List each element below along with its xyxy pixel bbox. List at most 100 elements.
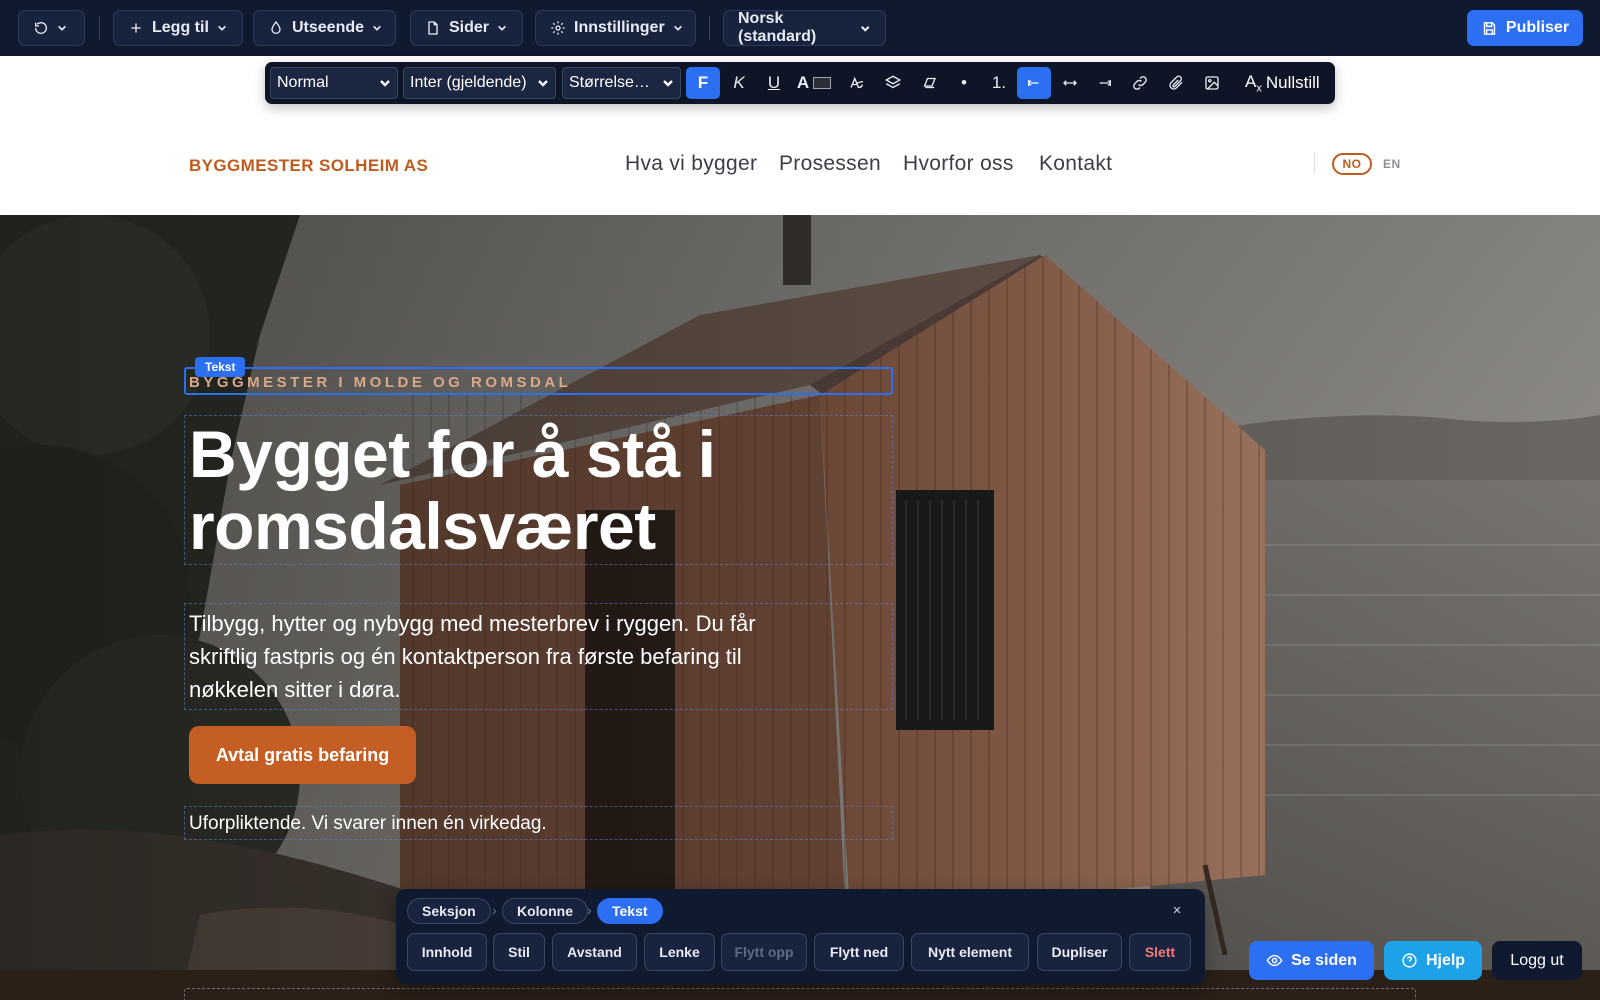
size-value: Størrelse…	[569, 74, 650, 91]
pages-label: Sider	[449, 19, 490, 36]
hero-eyebrow[interactable]: BYGGMESTER I MOLDE OG ROMSDAL	[189, 374, 571, 391]
nav-item-what-we-build[interactable]: Hva vi bygger	[625, 152, 757, 176]
chevron-down-icon	[217, 25, 226, 31]
breadcrumb-column[interactable]: Kolonne	[502, 898, 588, 924]
paperclip-icon	[1169, 75, 1183, 90]
chevron-down-icon	[673, 25, 682, 31]
bullet-list-button[interactable]: •	[947, 67, 981, 99]
attachment-button[interactable]	[1159, 67, 1193, 99]
add-button[interactable]: Legg til	[113, 10, 243, 46]
nav-item-contact[interactable]: Kontakt	[1039, 152, 1112, 176]
bold-button[interactable]: F	[686, 67, 720, 99]
language-select-value: Norsk (standard)	[738, 10, 817, 45]
chevron-down-icon	[538, 80, 548, 87]
view-site-label: Se siden	[1291, 951, 1357, 969]
align-right-button[interactable]	[1088, 67, 1122, 99]
language-en[interactable]: EN	[1383, 157, 1401, 171]
appearance-button[interactable]: Utseende	[253, 10, 396, 46]
hero-headline-line2: romsdalsværet	[189, 489, 656, 563]
move-down-button[interactable]: Flytt ned	[814, 933, 904, 971]
close-icon[interactable]: ×	[1167, 900, 1187, 920]
nav-item-process[interactable]: Prosessen	[779, 152, 881, 176]
breadcrumb-text[interactable]: Tekst	[597, 898, 663, 924]
add-label: Legg til	[152, 19, 209, 36]
align-center-icon	[1063, 80, 1077, 86]
settings-label: Innstillinger	[574, 19, 665, 36]
toolbar-divider	[99, 16, 100, 40]
undo-icon	[35, 22, 47, 34]
move-up-button[interactable]: Flytt opp	[721, 933, 807, 971]
rich-text-toolbar: Normal Inter (gjeldende) Størrelse… F K …	[265, 62, 1335, 104]
font-select[interactable]: Inter (gjeldende)	[403, 67, 556, 99]
new-element-button[interactable]: Nytt element	[911, 933, 1029, 971]
link-button[interactable]	[1123, 67, 1157, 99]
cta-button[interactable]: Avtal gratis befaring	[189, 726, 416, 784]
chevron-down-icon	[861, 25, 870, 32]
hero-lead[interactable]: Tilbygg, hytter og nybygg med mesterbrev…	[189, 607, 779, 706]
file-icon	[428, 21, 438, 35]
ordered-list-button[interactable]: 1.	[982, 67, 1016, 99]
language-select[interactable]: Norsk (standard)	[723, 10, 886, 46]
breadcrumb-section[interactable]: Seksjon	[407, 898, 491, 924]
layers-button[interactable]	[876, 67, 910, 99]
style-button[interactable]: Stil	[493, 933, 545, 971]
block-style-value: Normal	[277, 74, 329, 91]
link-button-panel[interactable]: Lenke	[644, 933, 715, 971]
settings-button[interactable]: Innstillinger	[535, 10, 696, 46]
site-header: BYGGMESTER SOLHEIM AS Hva vi bygger Pros…	[0, 104, 1600, 215]
align-right-icon	[1099, 80, 1112, 86]
appearance-label: Utseende	[292, 19, 365, 36]
underline-button[interactable]: U	[757, 67, 791, 99]
pages-button[interactable]: Sider	[410, 10, 523, 46]
undo-menu-button[interactable]	[18, 10, 85, 46]
logout-label: Logg ut	[1510, 951, 1564, 969]
save-icon	[1483, 21, 1496, 35]
spacing-button[interactable]: Avstand	[552, 933, 637, 971]
droplet-icon	[271, 20, 281, 34]
plus-icon	[131, 23, 141, 33]
color-swatch	[813, 77, 832, 89]
nav-item-why-us[interactable]: Hvorfor oss	[903, 152, 1014, 176]
breadcrumb-separator: ›	[492, 902, 497, 918]
size-select[interactable]: Størrelse…	[562, 67, 681, 99]
image-icon	[1205, 76, 1219, 90]
next-section-outline	[184, 988, 1416, 1000]
publish-label: Publiser	[1505, 19, 1570, 36]
language-no-active[interactable]: NO	[1332, 153, 1372, 175]
align-center-button[interactable]	[1053, 67, 1087, 99]
block-style-select[interactable]: Normal	[270, 67, 398, 99]
hero-note[interactable]: Uforpliktende. Vi svarer innen én virked…	[189, 813, 547, 835]
duplicate-button[interactable]: Dupliser	[1037, 933, 1122, 971]
highlight-button[interactable]	[912, 67, 946, 99]
admin-topbar: Legg til Utseende Sider Innstillinger No…	[0, 0, 1600, 56]
hero-headline[interactable]: Bygget for å stå i romsdalsværet	[189, 418, 889, 562]
text-color-button[interactable]: A	[793, 67, 835, 99]
image-button[interactable]	[1195, 67, 1229, 99]
clear-format-icon: Ax	[1245, 71, 1262, 95]
clear-format-label: Nullstill	[1265, 73, 1320, 92]
strikethrough-icon	[850, 76, 864, 89]
content-button[interactable]: Innhold	[407, 933, 487, 971]
element-panel: Seksjon › Kolonne › Tekst × Innhold Stil…	[396, 889, 1205, 984]
chevron-down-icon	[498, 25, 506, 31]
clear-format-button[interactable]: Ax Nullstill	[1245, 67, 1320, 99]
help-icon	[1402, 953, 1417, 968]
help-button[interactable]: Hjelp	[1384, 941, 1482, 980]
publish-button[interactable]: Publiser	[1467, 10, 1583, 46]
link-icon	[1133, 76, 1147, 90]
view-site-button[interactable]: Se siden	[1249, 941, 1374, 980]
layers-icon	[884, 75, 902, 89]
nav-divider	[1314, 152, 1315, 174]
eye-icon	[1266, 954, 1283, 967]
text-color-letter: A	[796, 73, 810, 92]
site-brand[interactable]: BYGGMESTER SOLHEIM AS	[189, 156, 428, 176]
italic-button[interactable]: K	[722, 67, 756, 99]
gear-icon	[551, 21, 565, 35]
align-left-button[interactable]	[1017, 67, 1051, 99]
logout-button[interactable]: Logg ut	[1492, 941, 1582, 980]
strikethrough-button[interactable]	[840, 67, 874, 99]
eraser-icon	[923, 77, 936, 89]
delete-button[interactable]: Slett	[1129, 933, 1191, 971]
hero-headline-line1: Bygget for å stå i	[189, 417, 716, 491]
align-left-icon	[1027, 80, 1039, 86]
